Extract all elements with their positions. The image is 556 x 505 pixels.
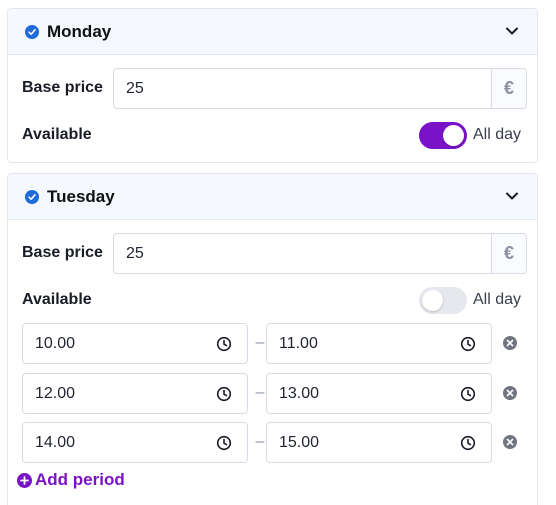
clock-icon[interactable]	[460, 435, 476, 451]
period-start-value[interactable]: 14.00	[35, 434, 75, 452]
all-day-toggle[interactable]	[419, 122, 467, 149]
plus-circle-icon	[17, 473, 32, 488]
base-price-label: Base price	[22, 79, 103, 96]
chevron-down-icon[interactable]	[505, 191, 519, 201]
day-card-tuesday: Tuesday Base price 25 € Available All da…	[7, 173, 538, 505]
toggle-knob	[443, 125, 464, 146]
base-price-input[interactable]: 25 €	[113, 68, 527, 109]
clock-icon[interactable]	[460, 336, 476, 352]
clock-icon[interactable]	[216, 336, 232, 352]
remove-period-icon[interactable]	[503, 435, 517, 449]
clock-icon[interactable]	[216, 435, 232, 451]
base-price-value[interactable]: 25	[126, 80, 144, 98]
available-label: Available	[22, 126, 92, 143]
remove-period-icon[interactable]	[503, 386, 517, 400]
check-circle-icon	[25, 25, 39, 39]
euro-icon: €	[491, 234, 526, 273]
period-end-value[interactable]: 11.00	[279, 335, 318, 353]
period-start-value[interactable]: 10.00	[35, 335, 75, 353]
all-day-toggle[interactable]	[419, 287, 467, 314]
base-price-label: Base price	[22, 244, 103, 261]
all-day-label: All day	[473, 126, 522, 143]
toggle-knob	[422, 290, 443, 311]
day-title: Monday	[47, 22, 112, 41]
euro-icon: €	[491, 69, 526, 108]
day-card-monday: Monday Base price 25 € Available All day	[7, 8, 538, 163]
period-start-value[interactable]: 12.00	[35, 385, 75, 403]
period-end-value[interactable]: 13.00	[279, 385, 319, 403]
period-end-input[interactable]: 13.00	[266, 373, 492, 414]
period-end-input[interactable]: 11.00	[266, 323, 492, 364]
clock-icon[interactable]	[216, 386, 232, 402]
day-header-tuesday[interactable]: Tuesday	[8, 174, 537, 220]
period-start-input[interactable]: 12.00	[22, 373, 248, 414]
base-price-value[interactable]: 25	[126, 245, 144, 263]
period-end-value[interactable]: 15.00	[279, 434, 319, 452]
check-circle-icon	[25, 190, 39, 204]
clock-icon[interactable]	[460, 386, 476, 402]
day-title: Tuesday	[47, 187, 115, 206]
period-end-input[interactable]: 15.00	[266, 422, 492, 463]
remove-period-icon[interactable]	[503, 336, 517, 350]
period-start-input[interactable]: 14.00	[22, 422, 248, 463]
all-day-label: All day	[473, 291, 522, 308]
period-start-input[interactable]: 10.00	[22, 323, 248, 364]
base-price-input[interactable]: 25 €	[113, 233, 527, 274]
available-label: Available	[22, 291, 92, 308]
day-header-monday[interactable]: Monday	[8, 9, 537, 55]
chevron-down-icon[interactable]	[505, 26, 519, 36]
add-period-label: Add period	[35, 470, 125, 489]
